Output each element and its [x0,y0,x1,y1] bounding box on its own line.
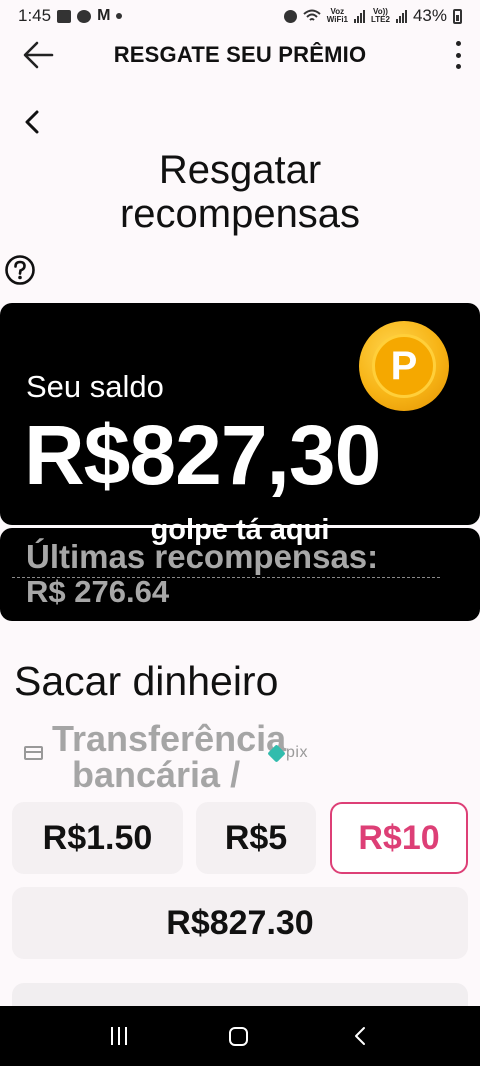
kebab-menu-icon[interactable] [452,41,464,69]
payment-method-label-line-2: bancária / [72,754,241,795]
home-icon[interactable] [229,1026,249,1046]
pix-logo-text: pix [286,744,308,761]
signal-2-icon [395,9,407,23]
volte-wifi-label: Voz WiFi1 [326,7,348,24]
page-title: Resgatar recompensas [0,148,480,236]
pix-logo: pix [267,743,308,763]
gmail-notification-icon: M [97,7,111,24]
question-circle-icon[interactable] [4,254,36,286]
back-icon[interactable] [351,1025,369,1047]
balance-label: Seu saldo [26,369,164,404]
amount-option-3-selected[interactable]: R$10 [330,802,468,874]
arrow-left-icon[interactable] [22,40,54,70]
recent-rewards-value: R$ 276.64 [26,574,170,609]
status-left: 1:45 M [18,6,123,26]
chevron-left-icon[interactable] [20,108,44,136]
battery-percent: 43% [412,6,447,25]
status-time: 1:45 [18,6,52,25]
status-right: Voz WiFi1 Vo)) LTE2 43% [283,6,462,26]
more-notifications-icon [116,13,123,19]
balance-value: R$827,30 [24,408,381,502]
amount-option-1[interactable]: R$1.50 [12,802,183,874]
coin-icon: P [359,321,449,411]
signal-1-icon [354,9,365,23]
battery-icon [453,8,462,24]
page-title-line-2: recompensas [119,192,361,236]
amount-option-4[interactable]: R$827.30 [12,887,468,959]
payment-method-option[interactable]: Transferência bancária / pix [24,718,464,795]
gallery-notification-icon [57,9,72,23]
wifi-icon [303,9,321,21]
coin-letter: P [372,334,436,398]
status-bar: 1:45 M Voz WiFi1 Vo)) LTE2 43% [0,0,480,32]
page-title-line-1: Resgatar [158,148,322,192]
pix-diamond-icon [267,743,286,763]
credit-card-icon [24,746,43,760]
amount-option-2[interactable]: R$5 [196,802,316,874]
system-nav-bar [0,1006,480,1066]
chat-notification-icon [77,9,92,23]
app-bar: RESGATE SEU PRÊMIO [0,32,480,78]
balance-card: P Seu saldo R$827,30 [0,303,480,525]
withdraw-section-title: Sacar dinheiro [14,658,279,704]
app-bar-title: RESGATE SEU PRÊMIO [113,42,367,67]
alarm-icon [283,9,297,23]
volte-lte-label: Vo)) LTE2 [371,7,390,24]
overlay-caption: golpe tá aqui [150,514,330,546]
recents-icon[interactable] [111,1027,128,1045]
